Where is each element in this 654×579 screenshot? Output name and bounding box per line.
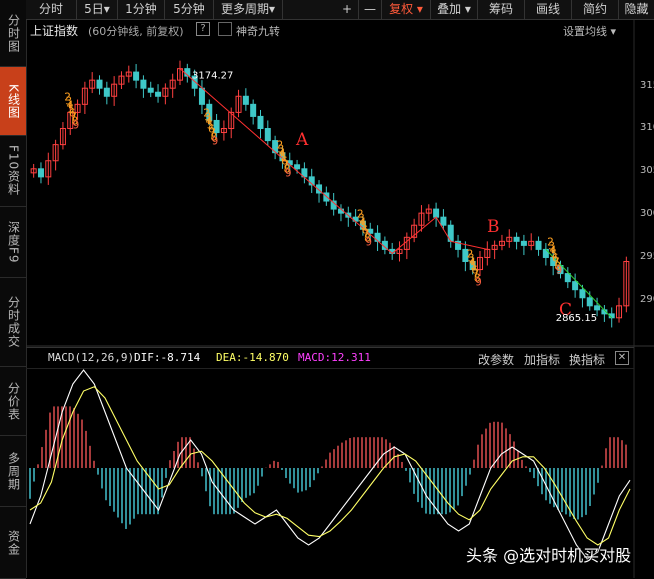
nine-turn-digit: 9: [365, 235, 372, 248]
close-icon[interactable]: ✕: [615, 351, 629, 365]
high-price-label: 3174.27: [192, 71, 233, 82]
candle-body: [37, 168, 44, 178]
wave-b-label: B: [487, 217, 500, 237]
nine-turn-digit: 9: [475, 276, 482, 289]
nine-turn-digit: 9: [556, 263, 563, 276]
change-params-button[interactable]: 改参数: [478, 351, 514, 368]
candle-body: [250, 103, 257, 117]
candle-body: [257, 115, 264, 130]
candle-body: [433, 208, 440, 218]
watermark: 头条 @选对时机买对股: [466, 546, 632, 565]
nine-turn-digit: 9: [285, 167, 292, 180]
macd-name: MACD(12,26,9): [48, 351, 135, 364]
nine-turn-digit: 9: [212, 135, 219, 148]
candle-body: [564, 273, 571, 283]
candle-body: [155, 91, 162, 97]
candle-body: [294, 164, 301, 170]
dea-value: DEA:-14.870: [216, 351, 289, 364]
candle-body: [242, 95, 249, 105]
candle-body: [579, 289, 586, 299]
switch-indicator-button[interactable]: 换指标: [569, 351, 605, 368]
nine-turn-digit: 9: [73, 118, 80, 131]
low-price-label: 2865.15: [556, 313, 597, 324]
candle-body: [147, 87, 154, 93]
candle-body: [440, 216, 447, 226]
wave-line: [179, 68, 488, 255]
macd-header: MACD(12,26,9) DIF:-8.714 DEA:-14.870 MAC…: [26, 347, 634, 369]
candle-body: [572, 281, 579, 291]
candle-body: [133, 71, 140, 81]
candle-body: [586, 297, 593, 307]
kline-chart[interactable]: ABC3174.272865.152345678923456789 2345678…: [0, 0, 654, 578]
candle-body: [96, 79, 103, 89]
dif-value: DIF:-8.714: [134, 351, 201, 364]
candle-body: [520, 240, 527, 246]
candle-body: [594, 305, 601, 311]
candle-body: [264, 128, 271, 142]
wave-a-label: A: [295, 130, 309, 150]
candle-body: [103, 87, 110, 97]
candle-body: [140, 79, 147, 89]
add-indicator-button[interactable]: 加指标: [524, 351, 560, 368]
candle-body: [198, 87, 205, 105]
macd-value: MACD:12.311: [298, 351, 371, 364]
candle-body: [513, 236, 520, 242]
candle-body: [535, 240, 542, 250]
